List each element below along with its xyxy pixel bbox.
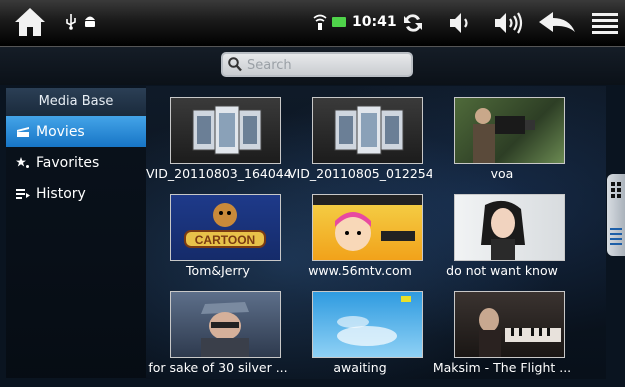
sidebar-item-favorites[interactable]: Favorites — [6, 147, 146, 178]
sync-icon[interactable] — [400, 10, 426, 36]
portrait-thumbnail — [454, 194, 565, 261]
video-tile[interactable]: do not want know — [430, 194, 572, 290]
video-title: www.56mtv.com — [308, 263, 412, 278]
piano-thumbnail — [454, 291, 565, 358]
wifi-icon — [313, 13, 327, 31]
video-tile[interactable]: VID_20110805_012254 — [288, 97, 432, 193]
video-tile[interactable]: voa — [430, 97, 572, 193]
sidebar-header: Media Base — [6, 88, 146, 116]
video-tile[interactable]: VID_20110803_164044 — [146, 97, 290, 193]
video-tile[interactable]: for sake of 30 silver ... — [146, 291, 288, 387]
video-tile[interactable]: awaiting — [288, 291, 430, 387]
star-icon — [16, 156, 36, 169]
video-title: Maksim - The Flight ... — [432, 360, 572, 375]
video-title: do not want know — [446, 263, 558, 278]
grid-view-icon — [611, 182, 621, 198]
home-icon[interactable] — [13, 6, 47, 38]
volume-up-icon[interactable] — [492, 10, 524, 36]
video-title: voa — [490, 166, 514, 181]
video-title: VID_20110805_012254 — [288, 166, 432, 181]
video-title: Tom&Jerry — [186, 263, 250, 278]
svg-text:CARTOON: CARTOON — [195, 233, 255, 247]
view-toggle-handle[interactable] — [607, 174, 625, 256]
search-icon — [228, 57, 242, 72]
film-strip-thumbnail — [312, 97, 423, 164]
menu-icon[interactable] — [592, 11, 618, 35]
sidebar-item-history[interactable]: History — [6, 178, 146, 209]
anime-thumbnail — [312, 194, 423, 261]
back-icon[interactable] — [537, 10, 577, 36]
cameraman-thumbnail — [454, 97, 565, 164]
movie-icon — [16, 126, 36, 138]
battery-icon — [332, 17, 346, 27]
android-debug-icon — [82, 13, 98, 29]
sky-thumbnail — [312, 291, 423, 358]
video-tile[interactable]: Maksim - The Flight ... — [430, 291, 572, 387]
volume-down-icon[interactable] — [447, 10, 473, 36]
sidebar: Media Base Movies Favorites History — [6, 88, 146, 378]
search-bar — [0, 47, 625, 85]
usb-icon — [64, 14, 78, 30]
history-icon — [16, 188, 36, 200]
sidebar-item-label: Favorites — [36, 154, 100, 171]
film-strip-thumbnail — [170, 97, 281, 164]
video-grid: VID_20110803_164044 VID_20110805_012254 … — [146, 86, 606, 379]
video-tile[interactable]: CARTOON Tom&Jerry — [146, 194, 288, 290]
list-view-icon — [610, 228, 622, 245]
search-box[interactable] — [221, 52, 413, 77]
sidebar-item-label: History — [36, 185, 86, 202]
status-bar: 10:41 — [0, 0, 625, 47]
sidebar-item-movies[interactable]: Movies — [6, 116, 146, 147]
cartoon-thumbnail: CARTOON — [170, 194, 281, 261]
man-cap-thumbnail — [170, 291, 281, 358]
video-title: for sake of 30 silver ... — [148, 360, 288, 375]
video-tile[interactable]: www.56mtv.com — [288, 194, 430, 290]
video-title: awaiting — [333, 360, 387, 375]
video-title: VID_20110803_164044 — [146, 166, 290, 181]
search-input[interactable] — [245, 55, 409, 76]
clock: 10:41 — [352, 14, 397, 30]
sidebar-item-label: Movies — [36, 123, 85, 140]
